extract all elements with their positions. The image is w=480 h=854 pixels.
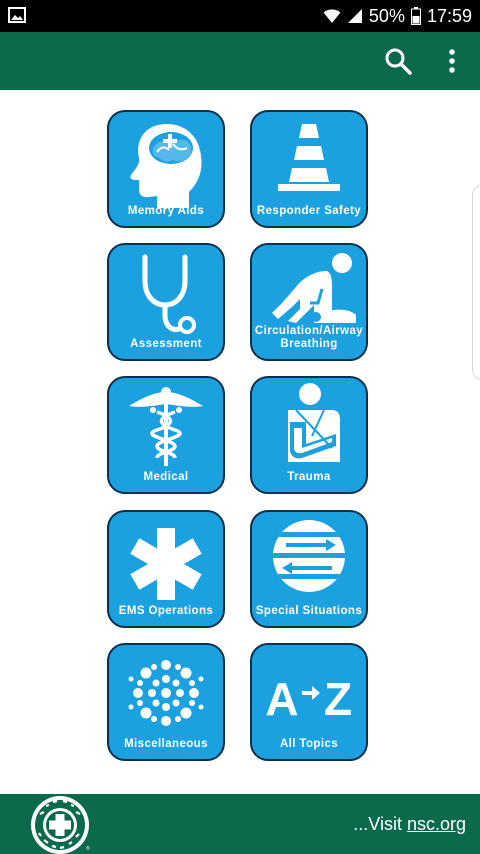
tile-trauma[interactable]: Trauma — [250, 376, 368, 494]
status-bar: 50% 17:59 — [0, 0, 480, 32]
tile-label: Assessment — [130, 338, 202, 350]
tile-label: Miscellaneous — [124, 738, 208, 750]
tile-responder-safety[interactable]: Responder Safety — [250, 110, 368, 228]
wifi-icon — [323, 9, 341, 23]
status-icons: 50% 17:59 — [323, 0, 472, 32]
tile-miscellaneous[interactable]: Miscellaneous — [107, 643, 225, 761]
tile-all-topics[interactable]: A Z All Topics — [250, 643, 368, 761]
tile-special-situations[interactable]: Special Situations — [250, 510, 368, 628]
image-icon — [8, 7, 26, 23]
svg-text:®: ® — [86, 845, 90, 852]
search-icon[interactable] — [383, 46, 413, 76]
clock: 17:59 — [426, 5, 472, 26]
nsc-link[interactable]: nsc.org — [407, 814, 466, 834]
tile-label: Trauma — [287, 471, 331, 483]
battery-icon — [410, 7, 421, 25]
visit-link-text: ...Visit nsc.org — [353, 814, 466, 835]
edge-panel-handle[interactable] — [472, 185, 480, 380]
battery-percent: 50% — [368, 5, 405, 26]
tile-ems-operations[interactable]: EMS Operations — [107, 510, 225, 628]
nsc-logo: ® — [31, 796, 90, 854]
topic-grid: Memory Aids Responder Safety Assessment … — [0, 90, 480, 794]
z-letter: Z — [324, 673, 352, 725]
tile-label: Responder Safety — [256, 205, 362, 217]
tile-assessment[interactable]: Assessment — [107, 243, 225, 361]
more-vert-icon[interactable] — [440, 46, 464, 76]
tile-label: All Topics — [279, 738, 339, 750]
tile-medical[interactable]: Medical — [107, 376, 225, 494]
tile-circulation-airway-breathing[interactable]: Circulation/Airway Breathing — [250, 243, 368, 361]
app-bar — [0, 32, 480, 90]
tile-label: Memory Aids — [127, 205, 205, 217]
a-letter: A — [265, 673, 298, 725]
signal-icon — [347, 9, 362, 23]
tile-memory-aids[interactable]: Memory Aids — [107, 110, 225, 228]
tile-label: Medical — [143, 471, 189, 483]
tile-label: EMS Operations — [118, 605, 214, 617]
footer-bar: ® ...Visit nsc.org — [0, 794, 480, 854]
visit-prefix: ...Visit — [353, 814, 407, 834]
tile-label: Special Situations — [255, 605, 363, 617]
tile-label: Circulation/Airway Breathing — [254, 325, 364, 350]
